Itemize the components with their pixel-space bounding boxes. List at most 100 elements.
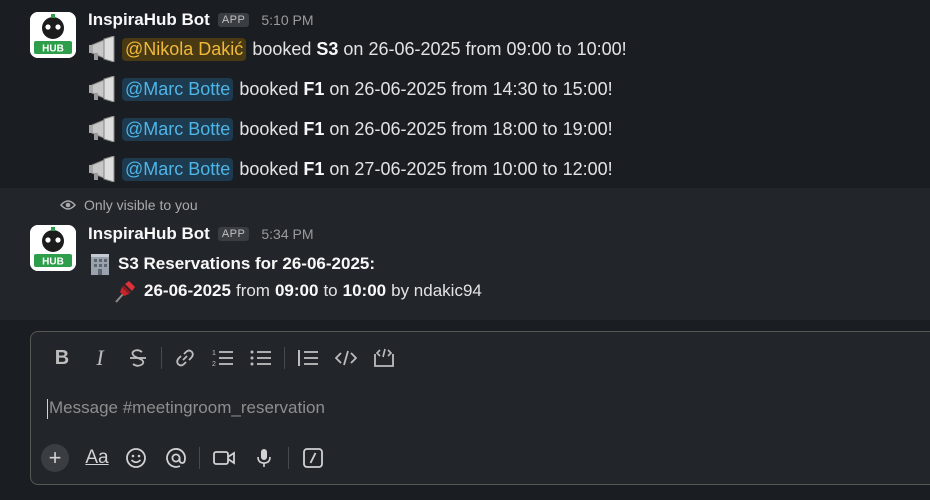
app-badge: APP — [217, 227, 250, 241]
blockquote-icon[interactable] — [289, 342, 327, 374]
pushpin-icon — [115, 281, 135, 303]
end-time: 10:00! — [576, 38, 627, 59]
avatar-text: HUB — [42, 44, 64, 55]
message-composer: B I 12 Message #meetingroom_reservation — [30, 331, 930, 485]
end-time: 12:00! — [562, 158, 613, 179]
booking-date: 26-06-2025 — [354, 118, 447, 139]
end-time: 10:00 — [342, 281, 387, 300]
code-block-icon[interactable] — [365, 342, 403, 374]
bot-name[interactable]: InspiraHub Bot — [88, 224, 210, 244]
message-text: on — [329, 118, 350, 139]
eye-icon — [60, 200, 76, 210]
user-mention[interactable]: @Marc Botte — [122, 77, 234, 101]
toolbar-divider — [199, 447, 200, 469]
user-mention[interactable]: @Marc Botte — [122, 117, 234, 141]
start-time: 10:00 — [492, 158, 538, 179]
booking-message: @Nikola Dakić booked S3 on 26-06-2025 fr… — [88, 34, 632, 64]
message-text: from — [235, 281, 270, 300]
formatting-toolbar: B I 12 — [43, 342, 403, 374]
text-caret — [47, 398, 48, 419]
numbered-list-icon[interactable]: 12 — [204, 342, 242, 374]
svg-text:1: 1 — [212, 350, 216, 357]
italic-icon[interactable]: I — [81, 342, 119, 374]
megaphone-icon — [88, 35, 118, 63]
toolbar-divider — [288, 447, 289, 469]
message-text: booked — [239, 118, 299, 139]
message-text: to — [323, 281, 338, 300]
bot-name[interactable]: InspiraHub Bot — [88, 10, 210, 30]
message-text: to — [542, 158, 558, 179]
booking-date: 26-06-2025 — [354, 78, 447, 99]
booking-message: @Marc Botte booked F1 on 26-06-2025 from… — [88, 74, 618, 104]
message-text: booked — [252, 38, 312, 59]
bulleted-list-icon[interactable] — [242, 342, 280, 374]
booking-message: @Marc Botte booked F1 on 27-06-2025 from… — [88, 154, 618, 184]
booking-date: 27-06-2025 — [354, 158, 447, 179]
message-header: InspiraHub Bot APP 5:34 PM — [88, 223, 314, 245]
code-icon[interactable] — [327, 342, 365, 374]
start-time: 09:00 — [506, 38, 552, 59]
megaphone-icon — [88, 75, 118, 103]
avatar-text: HUB — [42, 257, 64, 268]
reservation-line: 26-06-2025 from 09:00 to 10:00 by ndakic… — [112, 278, 482, 304]
start-time: 18:00 — [492, 118, 538, 139]
bot-avatar[interactable]: HUB — [30, 225, 76, 271]
reservation-date: 26-06-2025 — [144, 281, 231, 300]
megaphone-icon — [88, 155, 118, 183]
message-text: from — [451, 118, 488, 139]
microphone-icon[interactable] — [244, 442, 284, 474]
timestamp[interactable]: 5:34 PM — [261, 226, 313, 242]
message-header: InspiraHub Bot APP 5:10 PM — [88, 9, 314, 31]
end-time: 15:00! — [562, 78, 613, 99]
toolbar-divider — [284, 347, 285, 369]
booking-message: @Marc Botte booked F1 on 26-06-2025 from… — [88, 114, 618, 144]
room-name: F1 — [303, 78, 325, 99]
message-text: to — [542, 118, 558, 139]
message-list: HUB InspiraHub Bot APP 5:10 PM @Nikola D… — [0, 0, 930, 320]
reservations-title-line: S3 Reservations for 26-06-2025: — [88, 252, 375, 276]
booking-date: 26-06-2025 — [368, 38, 461, 59]
message-text: booked — [239, 158, 299, 179]
visibility-label: Only visible to you — [84, 197, 198, 213]
plus-icon[interactable]: + — [41, 444, 69, 472]
reservations-title: S3 Reservations for 26-06-2025: — [118, 254, 376, 273]
message-text: on — [329, 158, 350, 179]
strikethrough-icon[interactable] — [119, 342, 157, 374]
mention-icon[interactable] — [157, 442, 195, 474]
end-time: 19:00! — [562, 118, 613, 139]
start-time: 09:00 — [274, 281, 319, 300]
message-text: on — [329, 78, 350, 99]
slash-command-icon[interactable] — [293, 442, 333, 474]
message-text: from — [451, 158, 488, 179]
message-group-1: HUB InspiraHub Bot APP 5:10 PM @Nikola D… — [0, 0, 930, 188]
megaphone-icon — [88, 115, 118, 143]
message-text: to — [556, 38, 572, 59]
formatting-icon[interactable]: Aa — [79, 442, 115, 474]
composer-actions: + Aa — [41, 442, 333, 474]
message-text: from — [451, 78, 488, 99]
office-building-icon — [91, 254, 109, 275]
message-text: to — [542, 78, 558, 99]
reserved-by: by ndakic94 — [391, 281, 482, 300]
user-mention[interactable]: @Marc Botte — [122, 157, 234, 181]
message-input[interactable]: Message #meetingroom_reservation — [47, 398, 325, 419]
link-icon[interactable] — [166, 342, 204, 374]
video-icon[interactable] — [204, 442, 244, 474]
bold-icon[interactable]: B — [43, 342, 81, 374]
start-time: 14:30 — [492, 78, 538, 99]
ephemeral-notice: Only visible to you — [60, 197, 198, 213]
message-text: from — [465, 38, 502, 59]
message-placeholder: Message #meetingroom_reservation — [49, 398, 325, 417]
emoji-icon[interactable] — [115, 442, 157, 474]
room-name: S3 — [316, 38, 339, 59]
room-name: F1 — [303, 118, 325, 139]
message-text: on — [343, 38, 364, 59]
svg-text:2: 2 — [212, 361, 216, 368]
user-mention[interactable]: @Nikola Dakić — [122, 37, 247, 61]
message-text: booked — [239, 78, 299, 99]
room-name: F1 — [303, 158, 325, 179]
bot-avatar[interactable]: HUB — [30, 12, 76, 58]
app-badge: APP — [217, 13, 250, 27]
toolbar-divider — [161, 347, 162, 369]
timestamp[interactable]: 5:10 PM — [261, 12, 313, 28]
